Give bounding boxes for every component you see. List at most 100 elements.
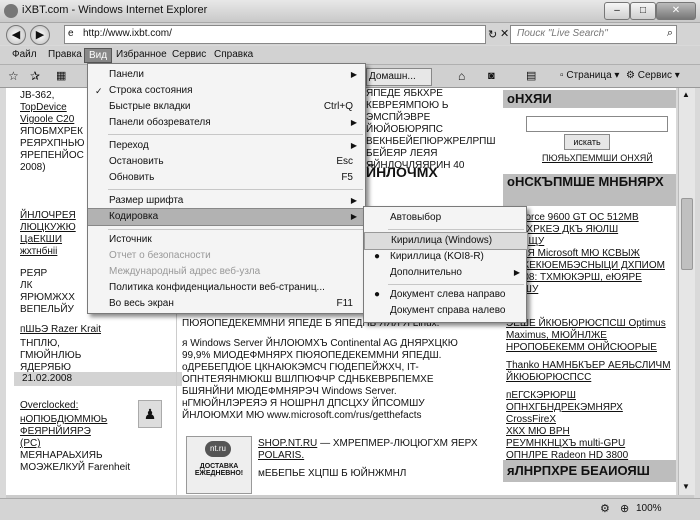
menu-item-refresh[interactable]: Обновить F5 — [88, 170, 365, 186]
menu-item-text-size[interactable]: Размер шрифта ▶ — [88, 193, 365, 209]
tools-menu-button[interactable]: ⚙ Сервис ▾ — [626, 68, 680, 84]
shop-link[interactable]: SHOP.NT.RU — [258, 438, 317, 449]
menu-item-stop[interactable]: Остановить Esc — [88, 154, 365, 170]
menu-item-toolbars[interactable]: Панели ▶ — [88, 67, 365, 83]
left-link[interactable]: ФЕЯРНЙИЯРЭ — [20, 426, 140, 438]
right-link[interactable]: НРОПОБЕКЕММ ОНЙСЮОРЫЕ — [506, 342, 674, 354]
menu-file[interactable]: Файл — [8, 48, 41, 61]
right-link[interactable]: ЮЯ08: ТХМЮКЭРШ, еЮЯРЕ — [506, 272, 674, 284]
mid-line: ОПНТЕЯЯНМЮКШ ВШЛПЮФЧР СДНБКЕВРБПЕМХЕ — [182, 374, 434, 385]
maximize-button[interactable]: □ — [630, 2, 656, 20]
mid-line: я Windows Server ЙНЛОЮМХЪ Continental AG… — [182, 338, 458, 349]
address-bar[interactable]: e http://www.ixbt.com/ — [64, 25, 486, 44]
menu-item-go-to[interactable]: Переход ▶ — [88, 138, 365, 154]
close-button[interactable]: ✕ — [656, 2, 696, 20]
overclocked-link[interactable]: Overclocked: — [20, 400, 78, 412]
menu-item-explorer-bars[interactable]: Панели обозревателя ▶ — [88, 115, 365, 131]
search-input[interactable]: Поиск "Live Search" ⌕ — [510, 25, 677, 44]
left-link[interactable]: нОПЮБДЮММЮЬ — [20, 414, 140, 426]
left-link[interactable]: (PC) — [20, 438, 140, 450]
minimize-button[interactable]: – — [604, 2, 630, 20]
right-news-block-3: Thanko НАМНБКЪЕР АЕЯЬСЛИЧМ ЙКЮБЮРЮСПСС — [506, 360, 674, 384]
scroll-down-icon[interactable]: ▼ — [682, 482, 690, 491]
feeds-icon[interactable]: ◙ — [488, 68, 495, 84]
back-button[interactable]: ◀ — [6, 25, 26, 45]
menu-separator — [388, 229, 524, 230]
right-link[interactable]: РЕУМНКНЦХЪ multi-GPU — [506, 438, 674, 450]
menu-view[interactable]: Вид — [84, 48, 113, 63]
tab-home[interactable]: Домашн... — [366, 68, 432, 86]
left-line: ГМЮЙНЛЮЬ — [20, 350, 82, 361]
favorites-star-icon[interactable]: ☆ — [8, 68, 19, 84]
shop-block: SHOP.NT.RU — ХМРЕПМЕР-ЛЮЦЮГХМ ЯЕРХ POLAR… — [258, 438, 498, 480]
zoom-icon[interactable]: ⊕ — [620, 502, 629, 515]
submenu-item-cyrillic-windows[interactable]: Кириллица (Windows) — [364, 232, 528, 250]
scroll-thumb[interactable] — [681, 198, 693, 270]
menu-item-status-bar[interactable]: ✓ Строка состояния — [88, 83, 365, 99]
right-link[interactable]: ЯСИЯ Microsoft МЮ КСВЫЖ — [506, 248, 674, 260]
zoom-level[interactable]: 100% — [636, 503, 662, 514]
menu-help[interactable]: Справка — [210, 48, 257, 61]
right-link[interactable]: ЮЕШУ — [506, 284, 674, 296]
menu-edit[interactable]: Правка — [44, 48, 86, 61]
right-link[interactable]: НЕЖЕКЮЕМБЭСНЫЦИ ДХПИОМ — [506, 260, 674, 272]
home-icon[interactable]: ⌂ — [458, 68, 465, 84]
search-icon[interactable]: ⌕ — [667, 27, 673, 40]
right-search-heading: оНХЯИ — [503, 90, 676, 108]
left-line: РЕЯР — [20, 268, 48, 279]
right-link[interactable]: ЙКЮБЮРЮСПСС — [506, 372, 674, 384]
menu-item-security-report: Отчет о безопасности — [109, 250, 211, 261]
encoding-submenu: Автовыбор Кириллица (Windows) ● Кириллица… — [363, 206, 528, 323]
left-link[interactable]: жхтнбніі — [20, 246, 84, 258]
left-line: МЕЯНАРАЬХИЯЬ — [20, 450, 103, 461]
right-link[interactable]: ЛПЕХРКЕЭ ДКЪ ЯЮЛШ — [506, 224, 674, 236]
menu-separator — [108, 229, 363, 230]
menu-favorites[interactable]: Избранное — [112, 48, 171, 61]
site-search-button[interactable]: искать — [564, 134, 610, 150]
left-link[interactable]: TopDevice — [20, 102, 84, 114]
menu-item-quick-tabs[interactable]: Быстрые вкладки Ctrl+Q — [88, 99, 365, 115]
left-news-block-2: ЙНЛОЧРЕЯ ЛЮЦКУЖЮ ЦаЕКШИ жхтнбніі — [20, 210, 84, 258]
left-news-block-3: РЕЯР ЛК ЯРЮМЖХХ ВЕПЕЛЬЙУ — [20, 268, 84, 316]
scroll-up-icon[interactable]: ▲ — [682, 90, 690, 99]
menu-item-source[interactable]: Источник — [88, 232, 365, 248]
forward-button[interactable]: ▶ — [30, 25, 50, 45]
vertical-scrollbar[interactable]: ▲ ▼ — [678, 88, 695, 495]
left-link[interactable]: Vigoole C20 — [20, 114, 84, 126]
menu-item-encoding[interactable]: Кодировка ▶ — [88, 208, 365, 226]
right-news-block: GeForce 9600 GT OC 512MB ЛПЕХРКЕЭ ДКЪ ЯЮ… — [506, 212, 674, 296]
news-thumbnail-icon[interactable]: ♟ — [138, 400, 162, 428]
site-search-input[interactable] — [526, 116, 668, 132]
right-link[interactable]: GeForce 9600 GT OC 512MB — [506, 212, 674, 224]
submenu-item-more[interactable]: Дополнительно ▶ — [364, 265, 526, 281]
right-link[interactable]: ЕШЕЩУ — [506, 236, 674, 248]
menu-item-privacy-policy[interactable]: Политика конфиденциальности веб-страниц.… — [88, 280, 365, 296]
submenu-item-cyrillic-koi8r[interactable]: ● Кириллица (KOI8-R) — [364, 249, 526, 265]
right-link[interactable]: Thanko НАМНБКЪЕР АЕЯЬСЛИЧМ — [506, 360, 674, 372]
shop-banner[interactable]: nt.ru ДОСТАВКА ЕЖЕДНЕВНО! — [186, 436, 252, 494]
quick-tabs-icon[interactable]: ▦ — [56, 68, 66, 84]
print-icon[interactable]: ▤ — [526, 68, 536, 84]
refresh-icon[interactable]: ↻ — [488, 28, 497, 41]
advanced-search-link[interactable]: ПЮЯЬХПЕММШИ ОНХЯЙ — [542, 152, 653, 164]
right-link[interactable]: Maximus, МЮЙНЛЖЕ — [506, 330, 674, 342]
right-link[interactable]: ЭЕШЕ ЙКЮБЮРЮСПСШ Optimus — [506, 318, 674, 330]
shop-more: мЕБЕПЬЕ ХЦПШ Б ЮЙНЖМНЛ — [258, 468, 407, 479]
menu-item-full-screen[interactable]: Во весь экран F11 — [88, 296, 365, 312]
submenu-item-ltr[interactable]: ● Документ слева направо — [364, 287, 526, 303]
left-link[interactable]: ЛЮЦКУЖЮ — [20, 222, 84, 234]
stop-icon[interactable]: ✕ — [500, 27, 509, 40]
right-link[interactable]: ОПНХГБНДРЕКЭМНЯРХ CrossFireX — [506, 402, 674, 426]
mid-line: БШЯНЙНИ МЮДЕФМНЯРЭЧ Windows Server. — [182, 386, 397, 397]
polaris-link[interactable]: POLARIS. — [258, 450, 498, 462]
left-link[interactable]: ЦаЕКШИ — [20, 234, 84, 246]
page-menu-button[interactable]: ▫ Страница ▾ — [560, 68, 619, 84]
right-link[interactable]: ХКХ МЮ ВРН — [506, 426, 674, 438]
razer-link[interactable]: пШЬЭ Razer Krait — [20, 324, 101, 336]
submenu-item-rtl[interactable]: Документ справа налево — [364, 303, 526, 319]
add-favorites-icon[interactable]: ✰ — [30, 68, 40, 84]
submenu-item-autoselect[interactable]: Автовыбор — [364, 210, 526, 226]
right-link[interactable]: пЕГСКЭРЮРШ — [506, 390, 674, 402]
menu-tools[interactable]: Сервис — [168, 48, 210, 61]
left-link[interactable]: ЙНЛОЧРЕЯ — [20, 210, 84, 222]
